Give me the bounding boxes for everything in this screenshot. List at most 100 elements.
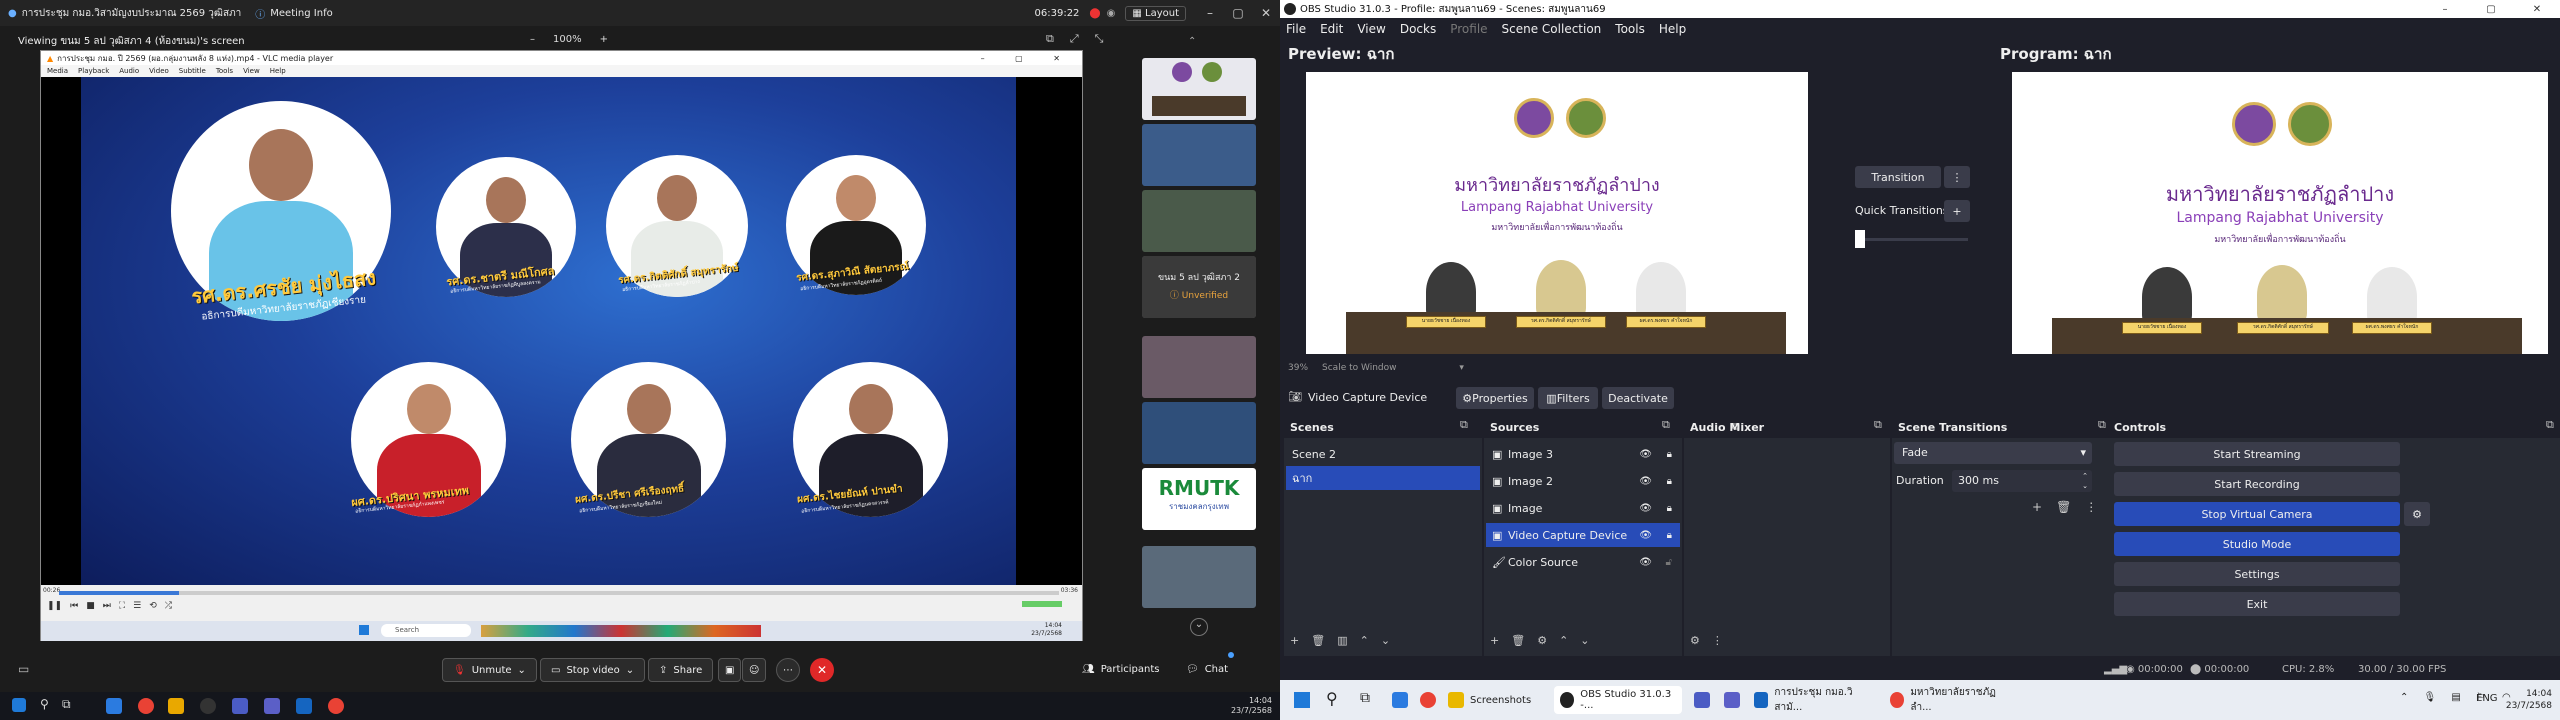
sources-dock-float-icon[interactable]: ⧉ (1662, 418, 1670, 432)
source-item[interactable]: ▣ Image 2 👁︎ 🔒︎ (1486, 469, 1680, 493)
more-vertical-icon[interactable]: ⋮ (2085, 500, 2097, 514)
eye-icon[interactable]: 👁︎ (1639, 503, 1652, 514)
add-transition-icon[interactable]: + (2032, 500, 2042, 514)
shuffle-icon[interactable]: ⤮ (165, 601, 172, 611)
start-recording-button[interactable]: Start Recording (2114, 472, 2400, 496)
eye-icon[interactable]: 👁︎ (1639, 476, 1652, 487)
eye-icon[interactable]: 👁︎ (1639, 530, 1652, 541)
lock-icon[interactable]: 🔒︎ (1667, 449, 1672, 460)
maximize-button[interactable]: ▢ (1224, 6, 1252, 20)
move-up-icon[interactable]: ⌃ (1360, 634, 1369, 647)
properties-button[interactable]: ⚙ Properties (1456, 387, 1534, 409)
pip-icon[interactable]: ⧉ (1046, 32, 1054, 46)
unlock-icon[interactable]: 🔓︎ (1666, 557, 1672, 568)
fullscreen-icon[interactable]: ⤢ (1070, 32, 1079, 46)
source-properties-icon[interactable]: ⚙ (1537, 634, 1547, 647)
language-indicator[interactable]: ENG (2476, 693, 2498, 704)
taskbar-meeting[interactable]: การประชุม กมอ.วิสามั... (1748, 686, 1876, 714)
scene-item-selected[interactable]: ฉาก (1286, 466, 1480, 490)
vlc-menu-audio[interactable]: Audio (119, 67, 139, 75)
gallery-down-icon[interactable]: ⌄ (1190, 618, 1208, 636)
source-item[interactable]: ▣ Image 3 👁︎ 🔒︎ (1486, 442, 1680, 466)
remove-source-icon[interactable]: 🗑︎ (1511, 634, 1525, 647)
participants-button[interactable]: 👥︎ Participants (1082, 664, 1159, 675)
files-icon[interactable] (168, 698, 184, 714)
source-item-selected[interactable]: ▣ Video Capture Device 👁︎ 🔒︎ (1486, 523, 1680, 547)
meeting-info-button[interactable]: ⓘ Meeting Info (255, 6, 332, 21)
vlc-menu-help[interactable]: Help (270, 67, 286, 75)
zoom-out-button[interactable]: – (530, 34, 535, 45)
eye-icon[interactable]: 👁︎ (1639, 449, 1652, 460)
teams-icon[interactable] (264, 698, 280, 714)
minimize-button[interactable]: – (1196, 6, 1224, 20)
vlc-seek-bar[interactable] (59, 591, 1059, 595)
start-streaming-button[interactable]: Start Streaming (2114, 442, 2400, 466)
filters-button[interactable]: ▥ Filters (1538, 387, 1598, 409)
next-icon[interactable]: ⏭ (103, 601, 111, 611)
controls-dock-float-icon[interactable]: ⧉ (2546, 418, 2554, 432)
app-icon[interactable] (232, 698, 248, 714)
share-button[interactable]: ⇪ Share (648, 658, 714, 682)
minimize-button[interactable]: – (2422, 4, 2468, 15)
prev-icon[interactable]: ⏮ (70, 601, 78, 611)
unmute-button[interactable]: 🎙︎ Unmute ⌄ (442, 658, 537, 682)
participant-tile[interactable] (1142, 58, 1256, 120)
lock-icon[interactable]: 🔒︎ (1667, 530, 1672, 541)
vlc-menu-tools[interactable]: Tools (216, 67, 233, 75)
layout-button[interactable]: ▦ Layout (1125, 5, 1186, 21)
add-source-icon[interactable]: + (1490, 634, 1499, 647)
studio-mode-button[interactable]: Studio Mode (2114, 532, 2400, 556)
participant-tile[interactable] (1142, 336, 1256, 398)
scene-filters-icon[interactable]: ▥ (1337, 634, 1347, 647)
close-button[interactable]: ✕ (1252, 6, 1280, 20)
taskview-icon[interactable]: ⧉ (1360, 690, 1370, 706)
apps-button[interactable]: ▣ (718, 658, 742, 682)
deactivate-button[interactable]: Deactivate (1602, 387, 1674, 409)
source-item[interactable]: ▣ Image 👁︎ 🔒︎ (1486, 496, 1680, 520)
participant-tile[interactable] (1142, 124, 1256, 186)
obs-icon[interactable] (200, 698, 216, 714)
taskbar-screenshots[interactable]: Screenshots (1442, 686, 1550, 714)
chat-button[interactable]: 💬︎ Chat (1186, 664, 1228, 675)
eye-icon[interactable]: 👁︎ (1639, 557, 1652, 568)
participant-tile-unverified[interactable]: ขนม 5 ลป วุฒิสภา 2 ⓘ Unverified (1142, 256, 1256, 318)
close-button[interactable]: ✕ (2514, 4, 2560, 15)
settings-button[interactable]: Settings (2114, 562, 2400, 586)
menu-file[interactable]: File (1286, 22, 1306, 36)
duration-input[interactable]: 300 ms ⌃ ⌄ (1952, 470, 2092, 492)
reactions-button[interactable]: ☺ (742, 658, 767, 682)
menu-help[interactable]: Help (1659, 22, 1686, 36)
scale-mode-dropdown[interactable]: Scale to Window ▾ (1322, 363, 1464, 373)
move-down-icon[interactable]: ⌄ (1381, 634, 1390, 647)
add-scene-icon[interactable]: + (1290, 634, 1299, 647)
stop-icon[interactable]: ■ (86, 601, 95, 611)
taskbar-obs[interactable]: OBS Studio 31.0.3 -... (1554, 686, 1682, 714)
pause-icon[interactable]: ❚❚ (47, 601, 62, 611)
end-call-button[interactable]: ✕ (810, 658, 834, 682)
chrome-icon[interactable] (138, 698, 154, 714)
participant-tile[interactable] (1142, 190, 1256, 252)
lock-icon[interactable]: 🔒︎ (1667, 503, 1672, 514)
fullscreen-icon[interactable]: ⛶ (119, 601, 125, 611)
menu-edit[interactable]: Edit (1320, 22, 1343, 36)
gallery-up-icon[interactable]: ⌃ (1188, 36, 1196, 47)
edge-icon[interactable] (1392, 692, 1408, 708)
menu-profile[interactable]: Profile (1450, 22, 1487, 36)
audio-dock-float-icon[interactable]: ⧉ (1874, 418, 1882, 432)
menu-scene-collection[interactable]: Scene Collection (1502, 22, 1602, 36)
zoom-in-button[interactable]: + (600, 34, 608, 45)
vlc-menu-media[interactable]: Media (47, 67, 68, 75)
more-vertical-icon[interactable]: ⋮ (1712, 634, 1723, 647)
taskbar-chrome[interactable]: มหาวิทยาลัยราชภัฏลำ... (1884, 686, 2012, 714)
vlc-menu-view[interactable]: View (243, 67, 260, 75)
scenes-dock-float-icon[interactable]: ⧉ (1460, 418, 1468, 432)
vlc-menu-playback[interactable]: Playback (78, 67, 109, 75)
more-button[interactable]: ⋯ (776, 658, 800, 682)
remove-scene-icon[interactable]: 🗑︎ (1311, 634, 1325, 647)
transition-button[interactable]: Transition (1855, 166, 1941, 188)
move-down-icon[interactable]: ⌄ (1580, 634, 1589, 647)
search-icon[interactable]: ⚲ (1326, 689, 1338, 708)
app-icon[interactable] (1694, 692, 1710, 708)
transition-type-select[interactable]: Fade ▾ (1894, 442, 2092, 464)
chrome-icon[interactable] (328, 698, 344, 714)
